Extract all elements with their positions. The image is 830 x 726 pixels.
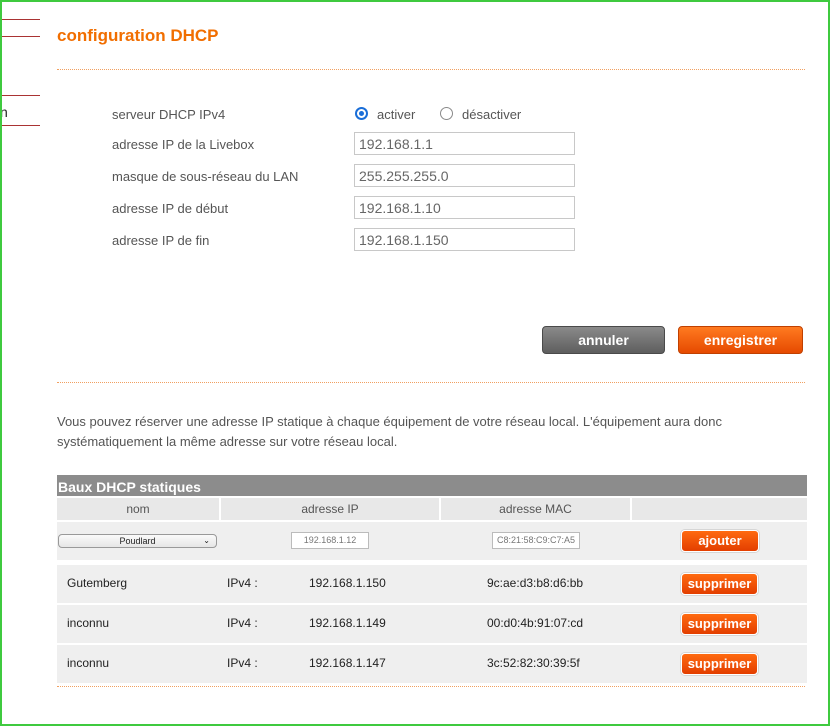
start-ip-label: adresse IP de début (112, 201, 229, 216)
sidebar-divider (0, 19, 40, 20)
end-ip-input[interactable]: 192.168.1.150 (354, 228, 575, 251)
table-row: Gutemberg IPv4 : 192.168.1.150 9c:ae:d3:… (57, 565, 807, 603)
dotted-divider (57, 69, 805, 70)
lease-ip-type: IPv4 : (227, 616, 258, 630)
end-ip-label: adresse IP de fin (112, 233, 210, 248)
lease-mac: 00:d0:4b:91:07:cd (487, 616, 584, 630)
lease-ip-type: IPv4 : (227, 656, 258, 670)
dotted-divider (57, 382, 805, 383)
reservation-description: Vous pouvez réserver une adresse IP stat… (57, 414, 722, 449)
delete-button[interactable]: supprimer (681, 613, 758, 635)
page-title: configuration DHCP (57, 26, 219, 45)
dotted-divider (57, 686, 805, 687)
activate-label[interactable]: activer (377, 107, 415, 122)
lease-name: inconnu (67, 616, 110, 630)
delete-button[interactable]: supprimer (681, 573, 758, 595)
column-header-mac: adresse MAC (441, 498, 630, 520)
subnet-mask-label: masque de sous-réseau du LAN (112, 169, 299, 184)
device-select[interactable]: Poudlard ⌄ (58, 534, 217, 548)
livebox-ip-label: adresse IP de la Livebox (112, 137, 255, 152)
lease-ip-type: IPv4 : (227, 576, 258, 590)
column-header-name: nom (57, 498, 219, 520)
table-row: inconnu IPv4 : 192.168.1.149 00:d0:4b:91… (57, 605, 807, 643)
deactivate-radio[interactable] (440, 107, 453, 120)
new-lease-row: Poudlard ⌄ 192.168.1.12 C8:21:58:C9:C7:A… (57, 522, 807, 560)
new-ip-input[interactable]: 192.168.1.12 (291, 532, 369, 549)
lease-ip: 192.168.1.149 (309, 616, 386, 630)
delete-button[interactable]: supprimer (681, 653, 758, 675)
lease-mac: 9c:ae:d3:b8:d6:bb (487, 576, 584, 590)
lease-mac: 3c:52:82:30:39:5f (487, 656, 580, 670)
chevron-down-icon: ⌄ (203, 536, 210, 545)
start-ip-input[interactable]: 192.168.1.10 (354, 196, 575, 219)
sidebar-divider (0, 36, 40, 37)
new-mac-input[interactable]: C8:21:58:C9:C7:A5 (492, 532, 580, 549)
column-header-action (632, 498, 807, 520)
table-row: inconnu IPv4 : 192.168.1.147 3c:52:82:30… (57, 645, 807, 683)
column-header-ip: adresse IP (221, 498, 439, 520)
cancel-button[interactable]: annuler (542, 326, 665, 354)
device-select-value: Poudlard (119, 536, 156, 546)
sidebar-item-label[interactable]: n (0, 104, 8, 120)
subnet-mask-input[interactable]: 255.255.255.0 (354, 164, 575, 187)
static-leases-title: Baux DHCP statiques (57, 475, 807, 496)
save-button[interactable]: enregistrer (678, 326, 803, 354)
add-button[interactable]: ajouter (681, 530, 759, 552)
livebox-ip-input[interactable]: 192.168.1.1 (354, 132, 575, 155)
lease-ip: 192.168.1.150 (309, 576, 386, 590)
sidebar-divider (0, 125, 40, 126)
sidebar-divider (0, 95, 40, 96)
deactivate-label[interactable]: désactiver (462, 107, 521, 122)
lease-ip: 192.168.1.147 (309, 656, 386, 670)
lease-name: Gutemberg (67, 576, 128, 590)
lease-name: inconnu (67, 656, 110, 670)
activate-radio[interactable] (355, 107, 368, 120)
dhcp-server-label: serveur DHCP IPv4 (112, 107, 226, 122)
